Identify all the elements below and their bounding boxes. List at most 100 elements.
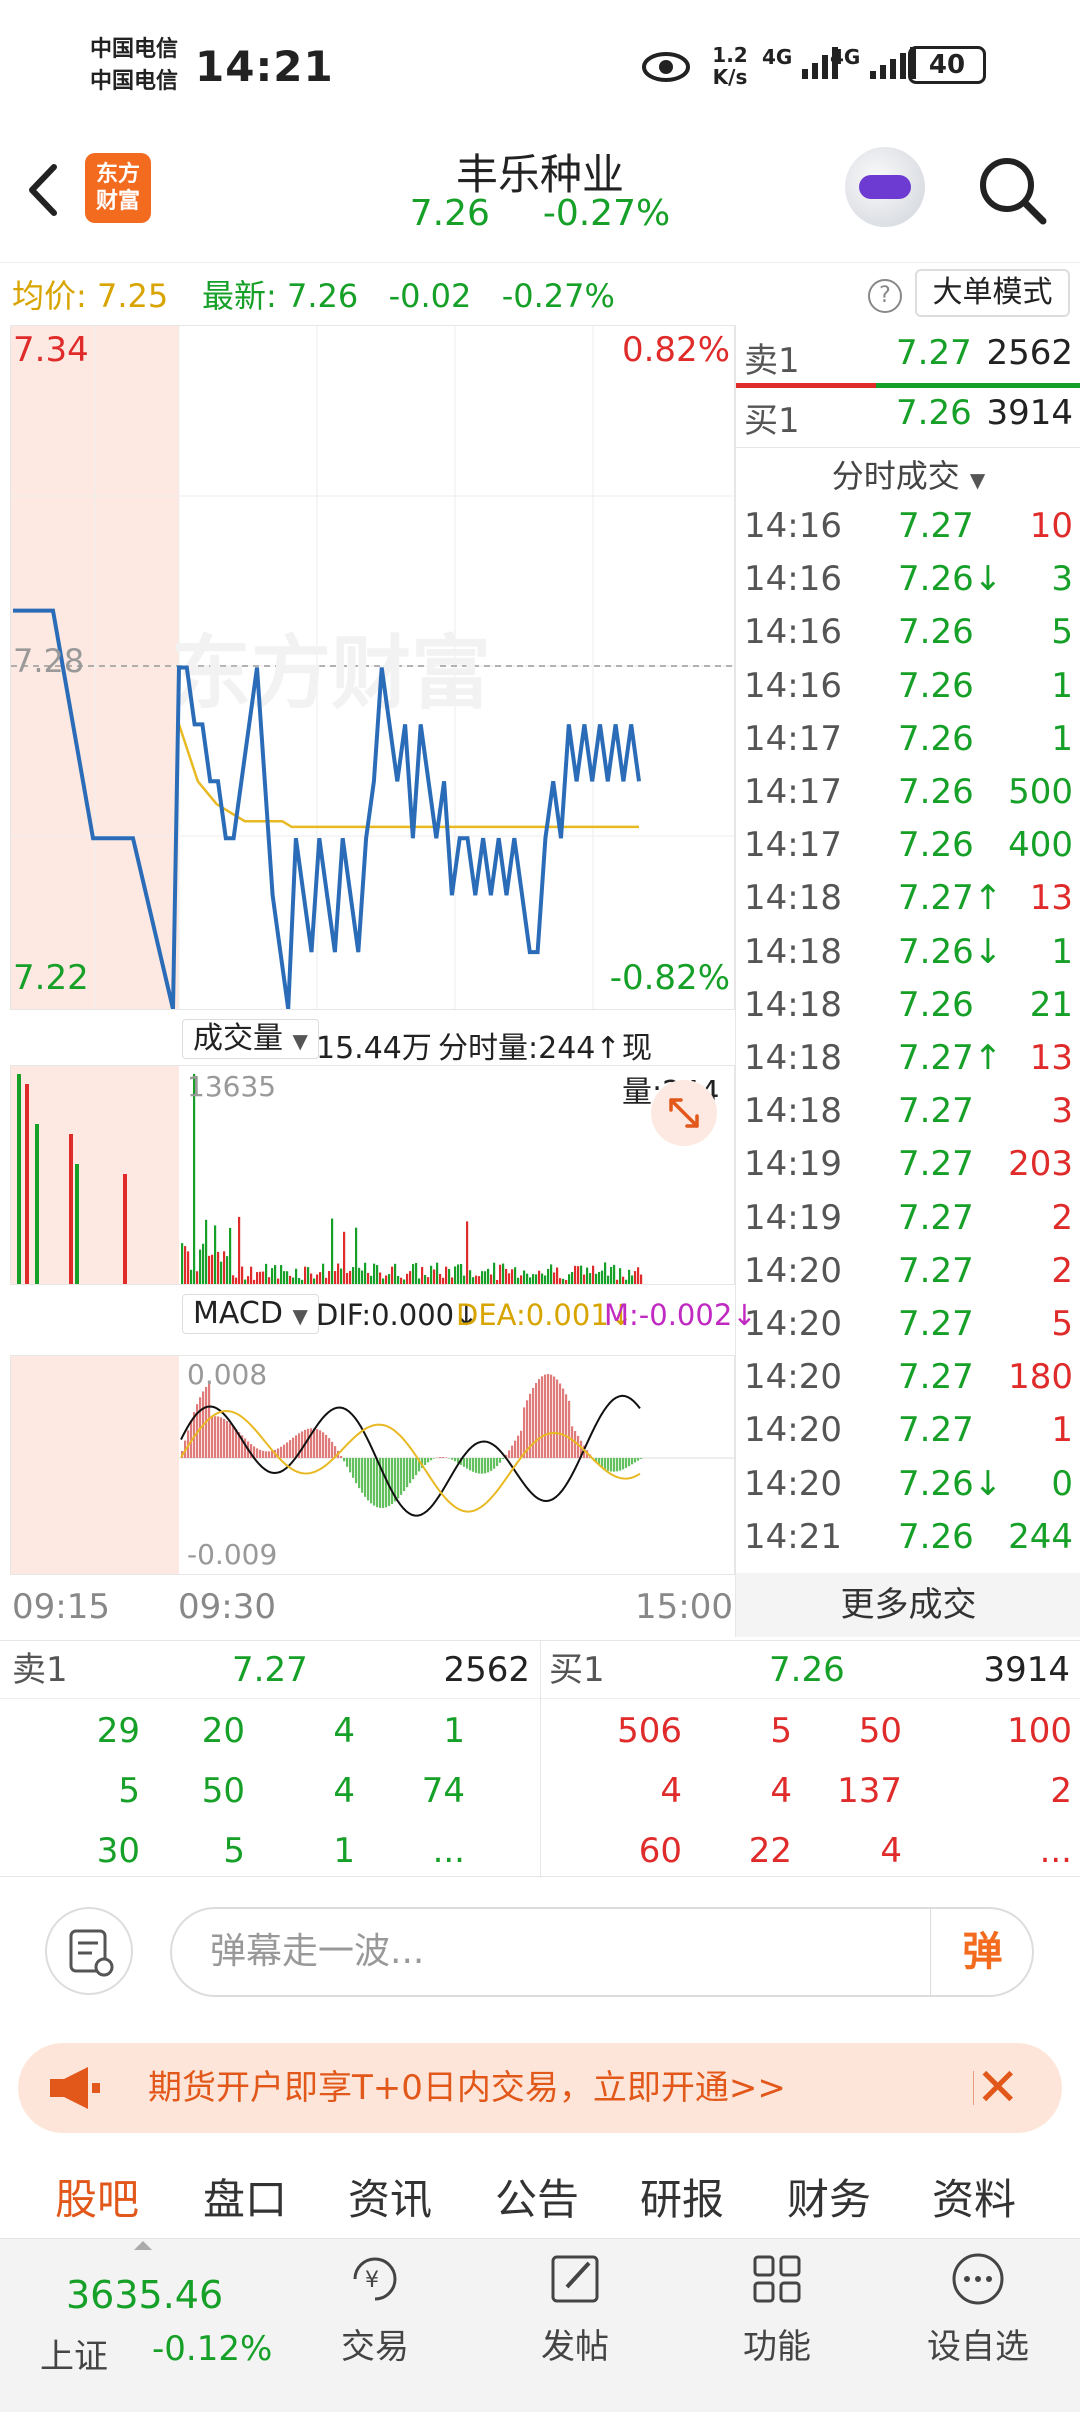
macd-bar: [211, 1416, 214, 1458]
macd-bar: [412, 1458, 415, 1480]
buy1-volume: 3914: [986, 393, 1073, 433]
promo-banner[interactable]: 期货开户即享T+0日内交易，立即开通>> ✕: [18, 2043, 1062, 2133]
trade-time: 14:16: [744, 665, 842, 706]
volume-panel[interactable]: 13635: [10, 1065, 735, 1285]
help-icon[interactable]: ?: [868, 279, 902, 313]
volume-bar: [430, 1265, 433, 1284]
nav-post[interactable]: 发帖: [500, 2249, 650, 2368]
trade-row: 14:19 7.27 2: [736, 1198, 1080, 1251]
sell-queue-cell: 74: [421, 1771, 465, 1811]
promo-text[interactable]: 期货开户即享T+0日内交易，立即开通>>: [148, 2043, 786, 2133]
buy-queue-cell: 2: [1050, 1771, 1072, 1811]
volume-bar: [241, 1266, 244, 1284]
intraday-price-panel[interactable]: 东方财富 7.34 0.82% 7.28 7.22 -0.82%: [10, 325, 735, 1010]
macd-bar: [517, 1435, 520, 1458]
volume-bar: [250, 1266, 253, 1284]
macd-bar: [415, 1458, 418, 1476]
tab-finance[interactable]: 财务: [787, 2170, 871, 2230]
volume-bar: [424, 1275, 427, 1284]
promo-close-icon[interactable]: ✕: [976, 2043, 1020, 2133]
trade-price: 7.27: [898, 506, 974, 546]
macd-bar: [496, 1458, 499, 1467]
macd-panel[interactable]: 0.008 -0.009: [10, 1355, 735, 1575]
nav-trade[interactable]: ¥ 交易: [300, 2249, 450, 2368]
volume-bar: [325, 1277, 328, 1284]
avg-price: 均价: 7.25: [12, 271, 168, 317]
tab-research[interactable]: 研报: [640, 2170, 724, 2230]
sell1-volume: 2562: [986, 333, 1073, 373]
volume-bar: [484, 1271, 487, 1284]
sell-queue-cell: 1: [443, 1711, 465, 1751]
macd-bar: [286, 1442, 289, 1458]
volume-bar: [604, 1262, 607, 1284]
latest-pct: -0.27%: [501, 277, 615, 315]
macd-bar: [427, 1458, 430, 1463]
more-trades-button[interactable]: 更多成交: [736, 1573, 1080, 1637]
volume-bar: [553, 1272, 556, 1284]
grid-icon: [747, 2249, 807, 2309]
tab-news[interactable]: 资讯: [348, 2170, 432, 2230]
volume-bar: [190, 1269, 193, 1284]
tab-announcements[interactable]: 公告: [495, 2170, 579, 2230]
trade-row: 14:20 7.27 1: [736, 1410, 1080, 1463]
time-end: 15:00: [635, 1587, 733, 1627]
macd-selector[interactable]: MACD ▼: [182, 1294, 319, 1334]
macd-bar: [340, 1455, 343, 1458]
volume-selector[interactable]: 成交量 ▼: [182, 1019, 319, 1059]
macd-bar: [478, 1458, 481, 1474]
macd-bar: [319, 1430, 322, 1458]
buy1-price: 7.26: [896, 393, 972, 433]
tab-pankou[interactable]: 盘口: [203, 2170, 287, 2230]
volume-bar: [193, 1074, 196, 1284]
expand-icon[interactable]: [651, 1080, 717, 1146]
ob-sell-volume: 2562: [443, 1650, 530, 1690]
nav-functions[interactable]: 功能: [702, 2249, 852, 2368]
dif-value: DIF:0.000↓: [316, 1298, 479, 1332]
volume-bar: [385, 1275, 388, 1284]
macd-bar: [610, 1458, 613, 1472]
volume-bar: [196, 1271, 199, 1284]
volume-bar: [499, 1264, 502, 1284]
macd-bar: [484, 1458, 487, 1474]
trade-time: 14:17: [744, 772, 842, 812]
macd-bar: [259, 1449, 262, 1458]
tab-guba[interactable]: 股吧: [55, 2170, 139, 2230]
trade-list-header[interactable]: 分时成交 ▼: [736, 451, 1080, 503]
nav-add-watchlist[interactable]: 设自选: [903, 2249, 1053, 2368]
robot-assistant-icon[interactable]: [845, 147, 925, 227]
volume-bar: [253, 1279, 256, 1284]
top-price-label: 7.34: [13, 330, 89, 370]
volume-bar: [361, 1270, 364, 1284]
time-axis: 09:15 09:30 15:00: [10, 1583, 735, 1633]
big-order-mode-button[interactable]: 大单模式: [915, 269, 1070, 317]
volume-bar: [478, 1276, 481, 1284]
danmu-input[interactable]: 弹幕走一波...: [170, 1907, 1034, 1997]
volume-bar: [199, 1249, 202, 1284]
volume-bar: [265, 1263, 268, 1284]
trade-price: 7.27: [898, 1304, 974, 1344]
volume-bar: [568, 1274, 571, 1284]
trade-price: 7.26: [898, 718, 974, 759]
macd-chart-svg: [11, 1356, 734, 1574]
macd-bar: [232, 1426, 235, 1458]
index-widget[interactable]: 3635.46 上证 -0.12%: [20, 2241, 272, 2401]
trade-volume: 3: [1051, 1091, 1073, 1132]
tab-profile[interactable]: 资料: [932, 2170, 1016, 2230]
buy-queue-cell: 100: [1007, 1711, 1072, 1751]
status-bar: 中国电信 中国电信 14:21 1.2 K/s 4G 4G 40: [0, 0, 1080, 135]
dropdown-arrow-icon: ▼: [292, 1304, 308, 1328]
search-icon[interactable]: [975, 153, 1049, 227]
danmu-settings-icon[interactable]: [45, 1907, 133, 1995]
clock: 14:21: [195, 42, 334, 91]
volume-bar: [403, 1279, 406, 1284]
bottom-pct-label: -0.82%: [609, 958, 730, 998]
macd-bar: [220, 1417, 223, 1458]
chart-area[interactable]: 东方财富 7.34 0.82% 7.28 7.22 -0.82% 成交量 ▼ 1…: [10, 325, 757, 1635]
danmu-send-button[interactable]: 弹: [930, 1907, 1034, 1997]
macd-bar: [469, 1458, 472, 1471]
volume-bar: [481, 1271, 484, 1284]
macd-bar: [463, 1458, 466, 1467]
macd-bar: [622, 1458, 625, 1470]
volume-bar: [547, 1268, 550, 1284]
volume-bar: [463, 1275, 466, 1284]
